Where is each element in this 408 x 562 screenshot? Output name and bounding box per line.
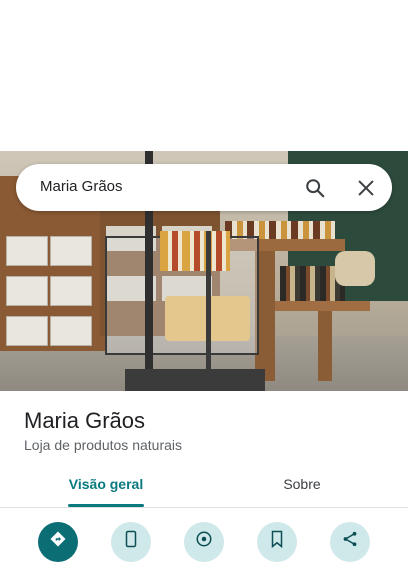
phone-icon bbox=[125, 530, 137, 548]
place-title: Maria Grãos bbox=[24, 408, 146, 433]
call-button[interactable] bbox=[111, 522, 151, 562]
save-icon bbox=[271, 530, 283, 548]
close-icon[interactable] bbox=[355, 177, 377, 199]
divider bbox=[0, 507, 408, 508]
website-icon bbox=[196, 531, 212, 547]
search-bar[interactable]: Maria Grãos bbox=[16, 164, 392, 211]
save-button[interactable] bbox=[257, 522, 297, 562]
website-button[interactable] bbox=[184, 522, 224, 562]
place-category[interactable]: Loja de produtos naturais bbox=[24, 437, 182, 453]
share-icon bbox=[343, 531, 357, 547]
search-query[interactable]: Maria Grãos bbox=[40, 178, 123, 195]
search-icon[interactable] bbox=[304, 177, 326, 199]
directions-icon bbox=[50, 531, 66, 547]
tab-about[interactable]: Sobre bbox=[236, 476, 368, 508]
share-button[interactable] bbox=[330, 522, 370, 562]
blank-map-area bbox=[0, 0, 408, 151]
directions-button[interactable] bbox=[38, 522, 78, 562]
